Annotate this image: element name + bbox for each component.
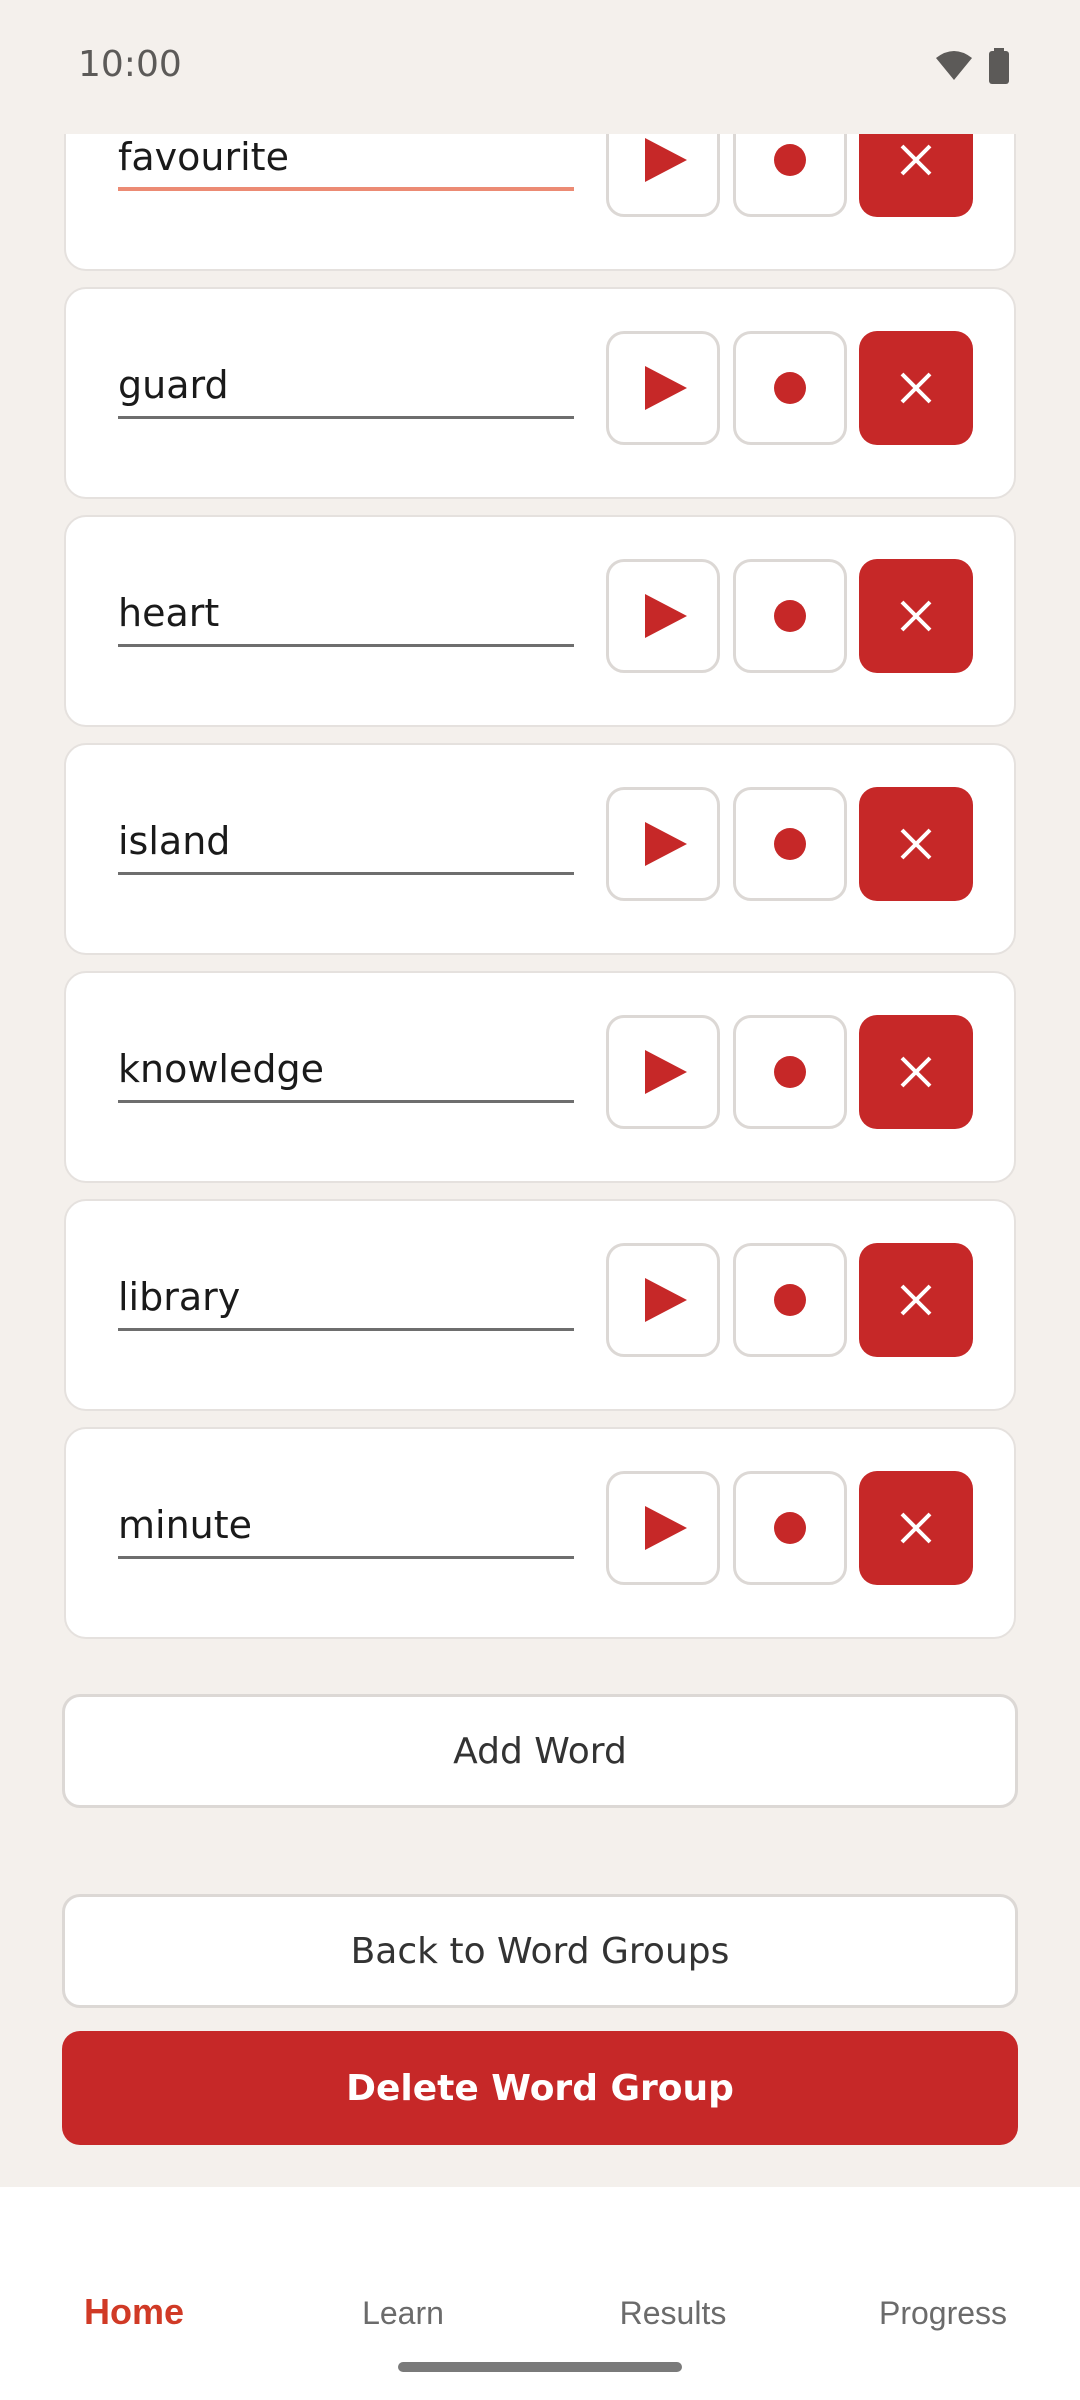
word-card: minute [64,1427,1016,1639]
record-button[interactable] [733,787,847,901]
close-icon [900,828,932,860]
play-icon [645,594,687,638]
nav-results[interactable]: Results [620,2295,727,2332]
record-icon [774,144,806,176]
word-input[interactable]: knowledge [118,1039,574,1103]
play-icon [645,366,687,410]
play-button[interactable] [606,1471,720,1585]
close-icon [900,1284,932,1316]
word-input[interactable]: minute [118,1495,574,1559]
home-indicator[interactable] [398,2362,682,2372]
delete-word-button[interactable] [859,134,973,217]
word-list[interactable]: favourite guard heart island knowledge l… [0,134,1080,2187]
record-button[interactable] [733,134,847,217]
play-button[interactable] [606,1015,720,1129]
delete-word-group-button[interactable]: Delete Word Group [62,2031,1018,2145]
play-button[interactable] [606,1243,720,1357]
close-icon [900,600,932,632]
close-icon [900,372,932,404]
back-to-word-groups-button[interactable]: Back to Word Groups [62,1894,1018,2008]
play-button[interactable] [606,134,720,217]
word-input[interactable]: library [118,1267,574,1331]
record-button[interactable] [733,1243,847,1357]
play-icon [645,822,687,866]
word-card: knowledge [64,971,1016,1183]
word-card: library [64,1199,1016,1411]
record-button[interactable] [733,559,847,673]
record-icon [774,1284,806,1316]
play-icon [645,1278,687,1322]
nav-learn[interactable]: Learn [362,2295,444,2332]
word-input[interactable]: island [118,811,574,875]
nav-home[interactable]: Home [84,2291,184,2333]
close-icon [900,1056,932,1088]
play-button[interactable] [606,787,720,901]
record-button[interactable] [733,1015,847,1129]
play-icon [645,1050,687,1094]
play-icon [645,138,687,182]
delete-word-button[interactable] [859,1243,973,1357]
word-card: heart [64,515,1016,727]
word-input[interactable]: guard [118,355,574,419]
close-icon [900,144,932,176]
word-card: guard [64,287,1016,499]
word-card: island [64,743,1016,955]
add-word-button[interactable]: Add Word [62,1694,1018,1808]
play-button[interactable] [606,559,720,673]
record-button[interactable] [733,331,847,445]
record-icon [774,600,806,632]
word-card: favourite [64,134,1016,271]
record-icon [774,1512,806,1544]
wifi-icon [936,51,972,80]
delete-word-button[interactable] [859,331,973,445]
play-button[interactable] [606,331,720,445]
record-icon [774,1056,806,1088]
status-icons [934,48,1010,84]
delete-word-button[interactable] [859,787,973,901]
nav-progress[interactable]: Progress [879,2295,1007,2332]
battery-icon [989,48,1009,84]
play-icon [645,1506,687,1550]
status-time: 10:00 [78,44,182,85]
status-bar: 10:00 [0,0,1080,134]
close-icon [900,1512,932,1544]
word-input[interactable]: heart [118,583,574,647]
delete-word-button[interactable] [859,1015,973,1129]
word-input[interactable]: favourite [118,134,574,191]
delete-word-button[interactable] [859,559,973,673]
record-icon [774,828,806,860]
record-icon [774,372,806,404]
delete-word-button[interactable] [859,1471,973,1585]
record-button[interactable] [733,1471,847,1585]
